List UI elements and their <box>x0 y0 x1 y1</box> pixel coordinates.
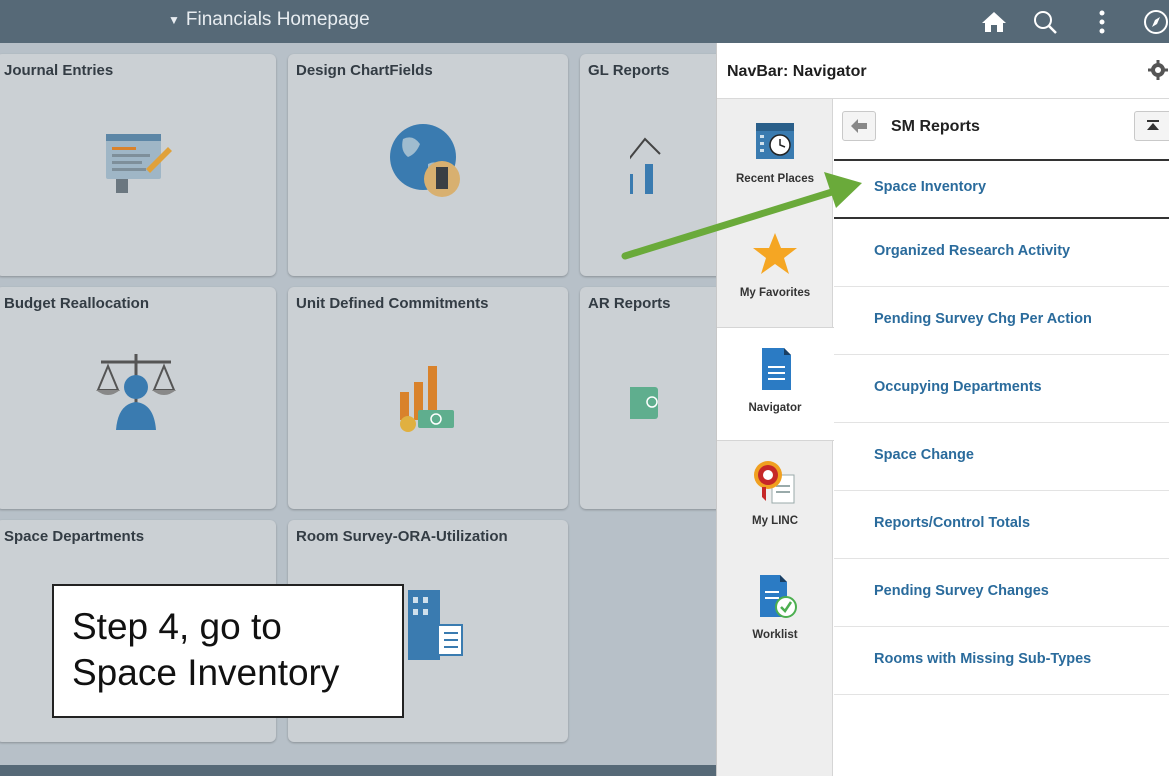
star-icon <box>753 233 797 274</box>
scales-person-icon <box>96 354 176 430</box>
caret-down-icon: ▼ <box>168 13 180 27</box>
sidebar-item-my-favorites[interactable]: My Favorites <box>717 213 833 327</box>
list-item-occupying-departments[interactable]: Occupying Departments <box>834 355 1169 423</box>
tile-title: Space Departments <box>4 528 145 545</box>
navbar-panel: NavBar: Navigator Recent Places My Favor… <box>716 43 1169 776</box>
list-item-pending-survey-chg-per-action[interactable]: Pending Survey Chg Per Action <box>834 287 1169 355</box>
list-item-label: Reports/Control Totals <box>874 515 1031 531</box>
list-title: SM Reports <box>891 118 980 135</box>
more-options-icon[interactable] <box>1086 6 1118 38</box>
home-icon[interactable] <box>978 6 1010 38</box>
globe-building-icon <box>390 124 460 197</box>
tile-title: GL Reports <box>588 62 670 79</box>
back-arrow-icon <box>851 119 867 133</box>
line-chart-icon <box>630 137 661 194</box>
sidebar-item-navigator[interactable]: Navigator <box>717 327 834 441</box>
list-item-label: Pending Survey Chg Per Action <box>874 311 1092 327</box>
arrow-to-top-icon <box>1146 120 1159 130</box>
ribbon-badge-icon <box>754 461 795 504</box>
sidebar-item-worklist[interactable]: Worklist <box>717 555 833 669</box>
list-item-label: Pending Survey Changes <box>874 583 1049 599</box>
bottom-bar <box>0 765 716 776</box>
list-item-space-inventory[interactable]: Space Inventory <box>834 161 1169 219</box>
page-title: Financials Homepage <box>185 9 370 30</box>
sidebar-label: My Favorites <box>739 287 811 299</box>
list-item-label: Occupying Departments <box>874 379 1042 395</box>
panel-header: NavBar: Navigator <box>717 43 1169 99</box>
list-item-organized-research-activity[interactable]: Organized Research Activity <box>834 219 1169 287</box>
bar-chart-money-icon <box>400 366 454 432</box>
tile-ar-reports[interactable]: AR Reports <box>580 287 716 509</box>
panel-title: NavBar: Navigator <box>727 63 867 80</box>
list-item-rooms-with-missing-sub-types[interactable]: Rooms with Missing Sub-Types <box>834 627 1169 695</box>
header-bar: ▼ Financials Homepage <box>0 0 1169 43</box>
tile-title: Unit Defined Commitments <box>296 295 489 312</box>
page-title-dropdown[interactable]: ▼ Financials Homepage <box>168 9 370 31</box>
list-header: SM Reports <box>834 99 1169 161</box>
callout-line-2: Space Inventory <box>72 652 340 693</box>
list-item-pending-survey-changes[interactable]: Pending Survey Changes <box>834 559 1169 627</box>
tile-title: Design ChartFields <box>296 62 433 79</box>
tile-title: Room Survey-ORA-Utilization <box>296 528 508 545</box>
tile-title: Journal Entries <box>4 62 114 79</box>
document-icon <box>761 348 791 390</box>
money-report-icon <box>630 387 658 419</box>
list-item-label: Rooms with Missing Sub-Types <box>874 651 1092 667</box>
tile-title: AR Reports <box>588 295 671 312</box>
sidebar-label: My LINC <box>752 515 798 527</box>
list-item-label: Space Change <box>874 447 974 463</box>
back-to-top-button[interactable] <box>1134 111 1169 141</box>
list-item-reports-control-totals[interactable]: Reports/Control Totals <box>834 491 1169 559</box>
sidebar-label: Navigator <box>748 402 802 414</box>
navbar-sidebar: Recent Places My Favorites Navigator My … <box>717 99 834 776</box>
navbar-compass-icon[interactable] <box>1140 6 1169 38</box>
navigator-list: SM Reports Space Inventory Organized Res… <box>834 99 1169 776</box>
back-button[interactable] <box>842 111 876 141</box>
calendar-clock-icon <box>756 123 794 159</box>
sidebar-label: Worklist <box>752 629 798 641</box>
list-item-label: Space Inventory <box>874 179 987 195</box>
tile-gl-reports[interactable]: GL Reports <box>580 54 716 276</box>
tile-budget-reallocation[interactable]: Budget Reallocation <box>0 287 276 509</box>
tile-design-chartfields[interactable]: Design ChartFields <box>288 54 568 276</box>
instruction-callout: Step 4, go to Space Inventory <box>52 584 404 718</box>
sidebar-item-my-linc[interactable]: My LINC <box>717 441 833 555</box>
worklist-check-icon <box>760 575 797 618</box>
sidebar-label: Recent Places <box>736 173 814 185</box>
callout-line-1: Step 4, go to <box>72 606 282 647</box>
search-icon[interactable] <box>1029 6 1061 38</box>
journal-entries-icon <box>106 134 172 193</box>
list-item-label: Organized Research Activity <box>874 243 1071 259</box>
list-item-space-change[interactable]: Space Change <box>834 423 1169 491</box>
tile-unit-defined-commitments[interactable]: Unit Defined Commitments <box>288 287 568 509</box>
tile-journal-entries[interactable]: Journal Entries <box>0 54 276 276</box>
sidebar-item-recent-places[interactable]: Recent Places <box>717 99 833 213</box>
tile-title: Budget Reallocation <box>4 295 150 312</box>
gear-icon[interactable] <box>1147 59 1169 81</box>
